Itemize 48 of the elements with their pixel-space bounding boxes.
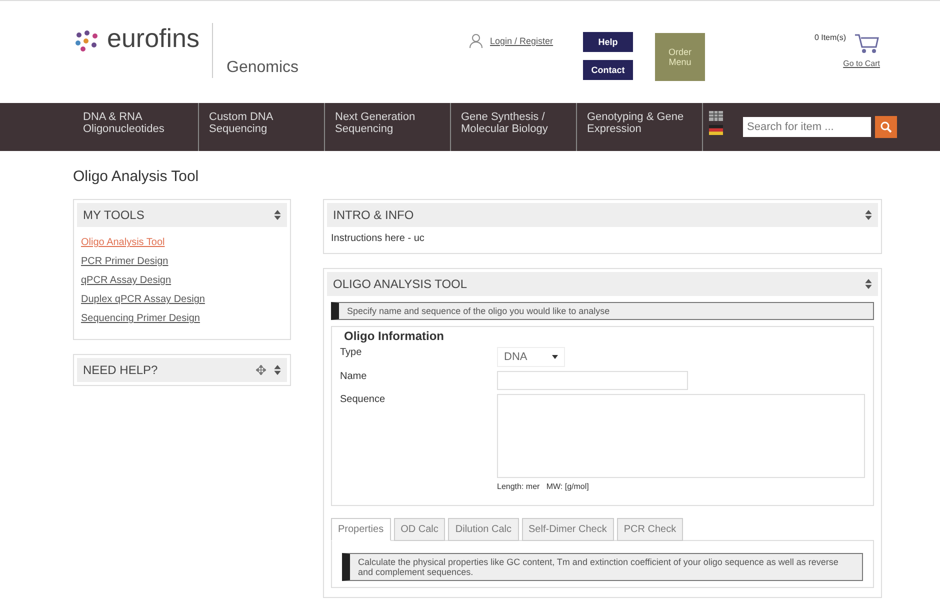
sort-icon[interactable] xyxy=(865,279,872,289)
intro-text: Instructions here - uc xyxy=(330,232,426,246)
panel-title: OLIGO ANALYSIS TOOL xyxy=(333,277,468,291)
tab[interactable]: PCR Check xyxy=(616,518,684,541)
user-icon xyxy=(468,33,484,49)
tab[interactable]: Dilution Calc xyxy=(448,518,519,541)
tool-link[interactable]: PCR Primer Design xyxy=(81,252,283,271)
type-dropdown[interactable]: DNA xyxy=(497,347,565,367)
hint-text: Specify name and sequence of the oligo you would like to analyse xyxy=(331,302,874,320)
search-button[interactable] xyxy=(875,116,897,138)
tab[interactable]: Self-Dimer Check xyxy=(522,518,614,541)
tool-link[interactable]: Duplex qPCR Assay Design xyxy=(81,290,283,309)
name-field[interactable] xyxy=(497,371,688,390)
logo-text: eurofins xyxy=(107,23,212,78)
panel-title: NEED HELP? xyxy=(83,363,158,377)
tab-hint-text: Calculate the physical properties like GC content, Tm and extinction coefficient of your oligo sequence as well as reverse and complement sequences. xyxy=(342,553,863,581)
help-button[interactable]: Help xyxy=(583,32,633,52)
cart-icon[interactable] xyxy=(854,33,880,55)
login-link[interactable]: Login / Register xyxy=(490,36,554,46)
sort-icon[interactable] xyxy=(865,210,872,220)
tool-link[interactable]: qPCR Assay Design xyxy=(81,271,283,290)
field-label: Name xyxy=(340,371,368,382)
field-label: Type xyxy=(340,347,363,358)
page-title: Oligo Analysis Tool xyxy=(73,168,200,185)
move-icon[interactable] xyxy=(256,365,266,375)
field-label: Sequence xyxy=(340,394,386,405)
panel-title: INTRO & INFO xyxy=(333,208,414,222)
cart-link[interactable]: Go to Cart xyxy=(843,59,880,68)
contact-button[interactable]: Contact xyxy=(583,60,633,80)
tab[interactable]: Properties xyxy=(331,518,391,541)
tool-link[interactable]: Sequencing Primer Design xyxy=(81,309,283,328)
sort-icon[interactable] xyxy=(274,365,281,375)
division-name: Genomics xyxy=(226,59,299,77)
caret-icon xyxy=(552,355,558,359)
nav-item[interactable]: Custom DNA Sequencing xyxy=(199,103,325,151)
flag-icon[interactable] xyxy=(709,125,723,135)
panel-title: MY TOOLS xyxy=(83,208,144,222)
sequence-field[interactable] xyxy=(497,394,865,478)
nav-item[interactable]: Next Generation Sequencing xyxy=(325,103,451,151)
nav-item[interactable]: DNA & RNA Oligonucleotides xyxy=(73,103,199,151)
nav-item[interactable]: Genotyping & Gene Expression xyxy=(577,103,703,151)
search-icon xyxy=(880,121,892,133)
tab[interactable]: OD Calc xyxy=(394,518,446,541)
sequence-stats: Length: mer MW: [g/mol] xyxy=(497,482,589,491)
nav-item[interactable]: Gene Synthesis / Molecular Biology xyxy=(451,103,577,151)
search-field[interactable]: Search for item ... xyxy=(743,117,871,137)
cart-count: 0 Item(s) xyxy=(814,33,846,44)
sort-icon[interactable] xyxy=(274,210,281,220)
